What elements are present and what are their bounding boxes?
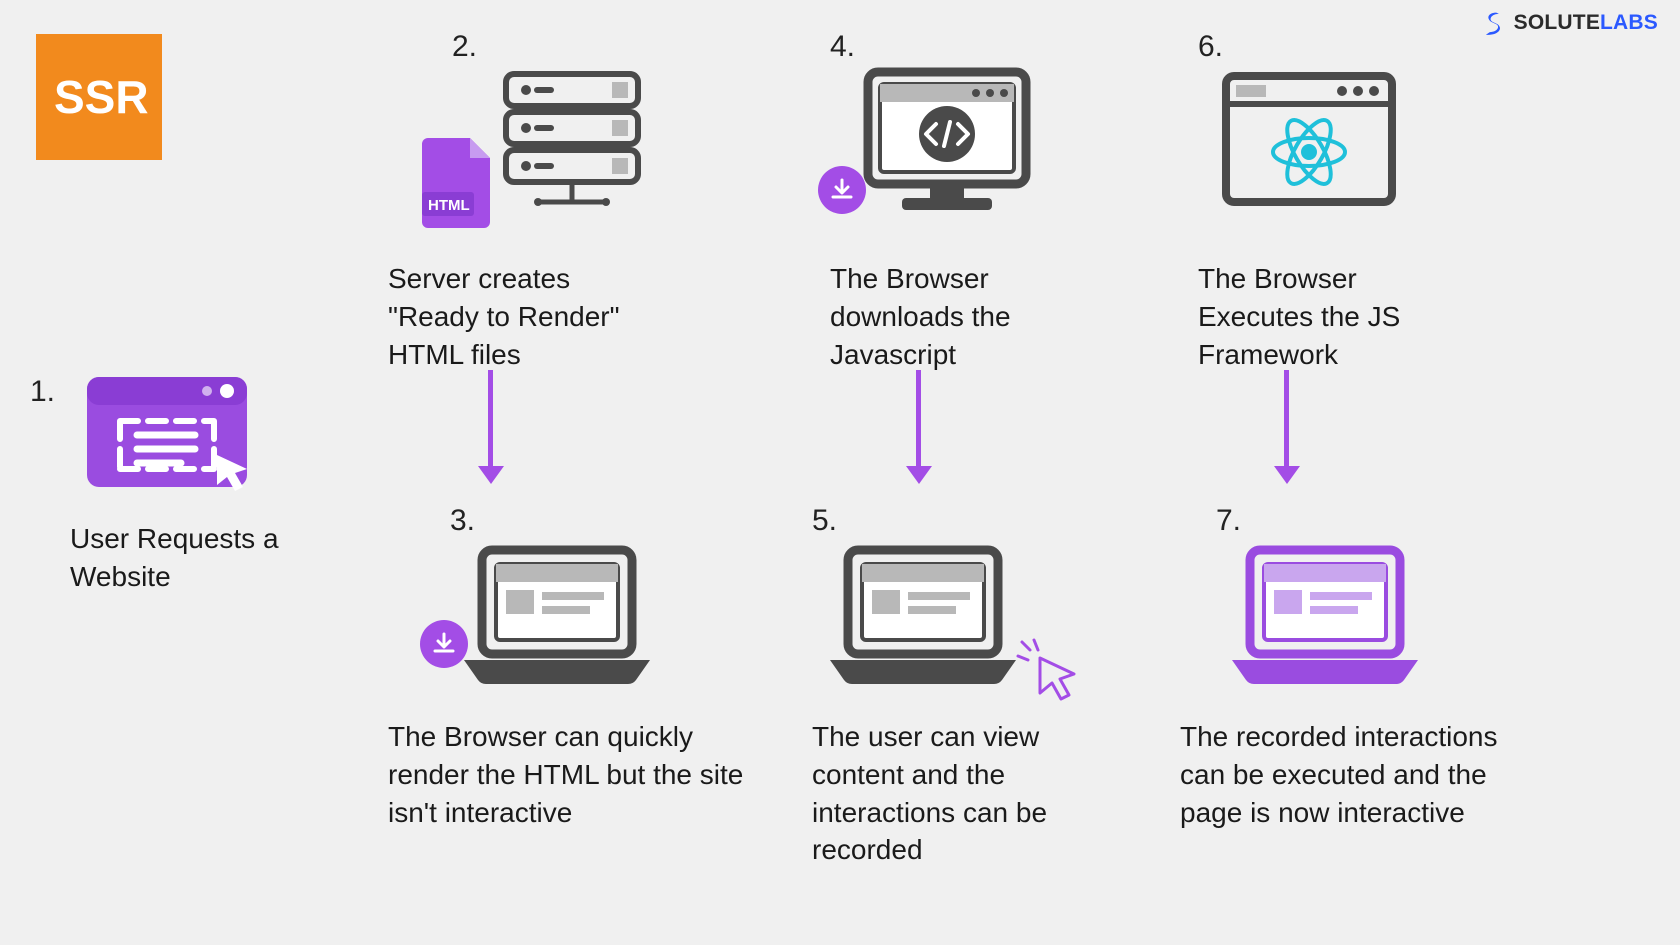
browser-react-icon: [1220, 70, 1400, 210]
download-badge-icon: [420, 620, 468, 668]
click-cursor-icon: [1012, 636, 1082, 706]
arrow-2-to-3-icon: [488, 370, 493, 470]
svg-text:HTML: HTML: [428, 197, 470, 214]
arrow-4-to-5-icon: [916, 370, 921, 470]
step-1: 1. User Requests a Website: [30, 375, 360, 596]
step-4: 4. The Browser downloads the Javascript: [830, 30, 1150, 373]
browser-request-icon: [85, 375, 255, 495]
step-2-text: Server creates "Ready to Render" HTML fi…: [388, 260, 668, 373]
arrow-6-to-7-icon: [1284, 370, 1289, 470]
step-1-number: 1.: [30, 375, 55, 409]
step-5-number: 5.: [812, 504, 1172, 538]
step-2-number: 2.: [452, 30, 772, 64]
ssr-badge: SSR: [36, 34, 162, 160]
download-badge-icon: [818, 166, 866, 214]
step-2: 2.: [452, 30, 772, 373]
code-monitor-icon: [858, 66, 1038, 216]
step-5-text: The user can view content and the intera…: [812, 718, 1122, 869]
html-file-icon: HTML: [420, 134, 498, 230]
step-7: 7. The recorded interactions can be exec…: [1180, 504, 1560, 831]
step-3: 3. The Browser can quickly render the HT…: [388, 504, 768, 831]
step-3-text: The Browser can quickly render the HTML …: [388, 718, 748, 831]
ssr-badge-label: SSR: [54, 70, 149, 124]
step-1-text: User Requests a Website: [70, 520, 340, 596]
step-4-text: The Browser downloads the Javascript: [830, 260, 1090, 373]
step-7-text: The recorded interactions can be execute…: [1180, 718, 1530, 831]
step-7-number: 7.: [1216, 504, 1560, 538]
laptop-purple-icon: [1226, 544, 1426, 694]
solutelabs-logo-text: SOLUTELABS: [1514, 11, 1658, 35]
step-6: 6. The Browser Executes the JS Framework: [1198, 30, 1518, 373]
step-4-number: 4.: [830, 30, 1150, 64]
laptop-gray-icon: [458, 544, 658, 694]
step-5: 5. The user can view content and the int…: [812, 504, 1172, 869]
step-6-number: 6.: [1198, 30, 1518, 64]
laptop-gray-icon: [824, 544, 1024, 694]
step-3-number: 3.: [450, 504, 768, 538]
server-stack-icon: [500, 70, 655, 215]
step-6-text: The Browser Executes the JS Framework: [1198, 260, 1448, 373]
